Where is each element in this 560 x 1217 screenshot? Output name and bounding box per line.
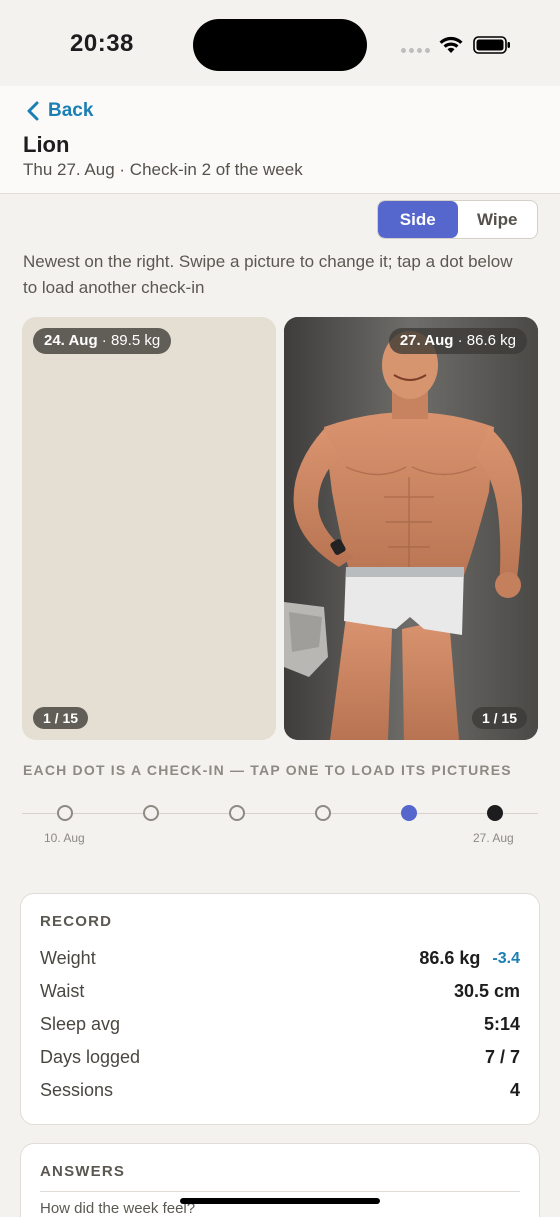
photo-right-tag: 27. Aug · 86.6 kg <box>388 328 527 354</box>
page-title: Lion <box>23 132 70 157</box>
home-indicator[interactable] <box>180 1198 380 1204</box>
dynamic-island <box>193 19 367 71</box>
chevron-left-icon <box>27 101 39 121</box>
record-value: 4 <box>509 1080 520 1100</box>
compare-mode-toggle: Side Wipe <box>377 200 538 239</box>
record-label: Waist <box>40 981 85 1001</box>
photo-left-weight: 89.5 kg <box>110 332 161 349</box>
photo-left-counter: 1 / 15 <box>33 707 89 729</box>
cellular-signal-icon <box>401 48 430 53</box>
checkin-dot[interactable] <box>57 805 73 821</box>
timeline-track <box>22 813 538 814</box>
progress-photo-image <box>284 317 538 740</box>
record-title: RECORD <box>40 913 113 930</box>
checkin-dot[interactable] <box>229 805 245 821</box>
record-row-days: Days logged 7 / 7 <box>40 1041 520 1074</box>
photo-left-date: 24. Aug <box>44 332 98 349</box>
record-value: 86.6 kg <box>419 948 481 968</box>
record-value: 30.5 cm <box>453 981 520 1001</box>
record-card: RECORD Weight 86.6 kg -3.4 Waist 30.5 cm … <box>20 893 540 1125</box>
checkin-dot[interactable] <box>315 805 331 821</box>
record-row-sleep: Sleep avg 5:14 <box>40 1008 520 1041</box>
record-label: Weight <box>40 948 96 968</box>
record-label: Sleep avg <box>40 1014 121 1034</box>
timeline-caption: EACH DOT IS A CHECK-IN — TAP ONE TO LOAD… <box>23 762 512 778</box>
record-label: Days logged <box>40 1047 141 1067</box>
answer-question: How did the week feel? <box>40 1200 196 1217</box>
photo-left-tag: 24. Aug · 89.5 kg <box>33 328 172 354</box>
checkin-dot[interactable] <box>143 805 159 821</box>
photo-right-counter: 1 / 15 <box>471 707 527 729</box>
record-label: Sessions <box>40 1080 114 1100</box>
nav-header: Back Lion Thu 27. Aug · Check-in 2 of th… <box>0 86 560 194</box>
page-subtitle: Thu 27. Aug · Check-in 2 of the week <box>23 160 303 179</box>
record-row-weight: Weight 86.6 kg -3.4 <box>40 942 520 975</box>
status-bar: 20:38 <box>0 0 560 86</box>
photo-right-date: 27. Aug <box>399 332 454 349</box>
divider <box>40 1191 520 1192</box>
back-label: Back <box>48 100 94 121</box>
timeline-end-label: 27. Aug <box>473 831 514 845</box>
timeline-start-label: 10. Aug <box>44 831 85 845</box>
instruction-text: Newest on the right. Swipe a picture to … <box>23 252 513 297</box>
checkin-dot-current[interactable] <box>487 805 503 821</box>
record-value: 5:14 <box>483 1014 520 1034</box>
mode-side-button[interactable]: Side <box>378 201 458 238</box>
weight-delta: -3.4 <box>492 949 520 967</box>
record-value: 7 / 7 <box>484 1047 520 1067</box>
photo-right[interactable]: 27. Aug · 86.6 kg 1 / 15 <box>284 317 538 740</box>
answers-card: ANSWERS How did the week feel? <box>20 1143 540 1217</box>
battery-icon <box>473 36 510 54</box>
record-row-waist: Waist 30.5 cm <box>40 975 520 1008</box>
back-button[interactable]: Back <box>26 100 93 122</box>
mode-wipe-button[interactable]: Wipe <box>458 201 538 238</box>
answers-title: ANSWERS <box>40 1163 126 1180</box>
photo-right-weight: 86.6 kg <box>466 332 516 349</box>
wifi-icon <box>439 36 463 53</box>
checkin-dot-selected[interactable] <box>401 805 417 821</box>
status-time: 20:38 <box>70 30 134 57</box>
photo-left[interactable]: 24. Aug · 89.5 kg 1 / 15 <box>22 317 276 740</box>
record-row-sessions: Sessions 4 <box>40 1074 520 1107</box>
